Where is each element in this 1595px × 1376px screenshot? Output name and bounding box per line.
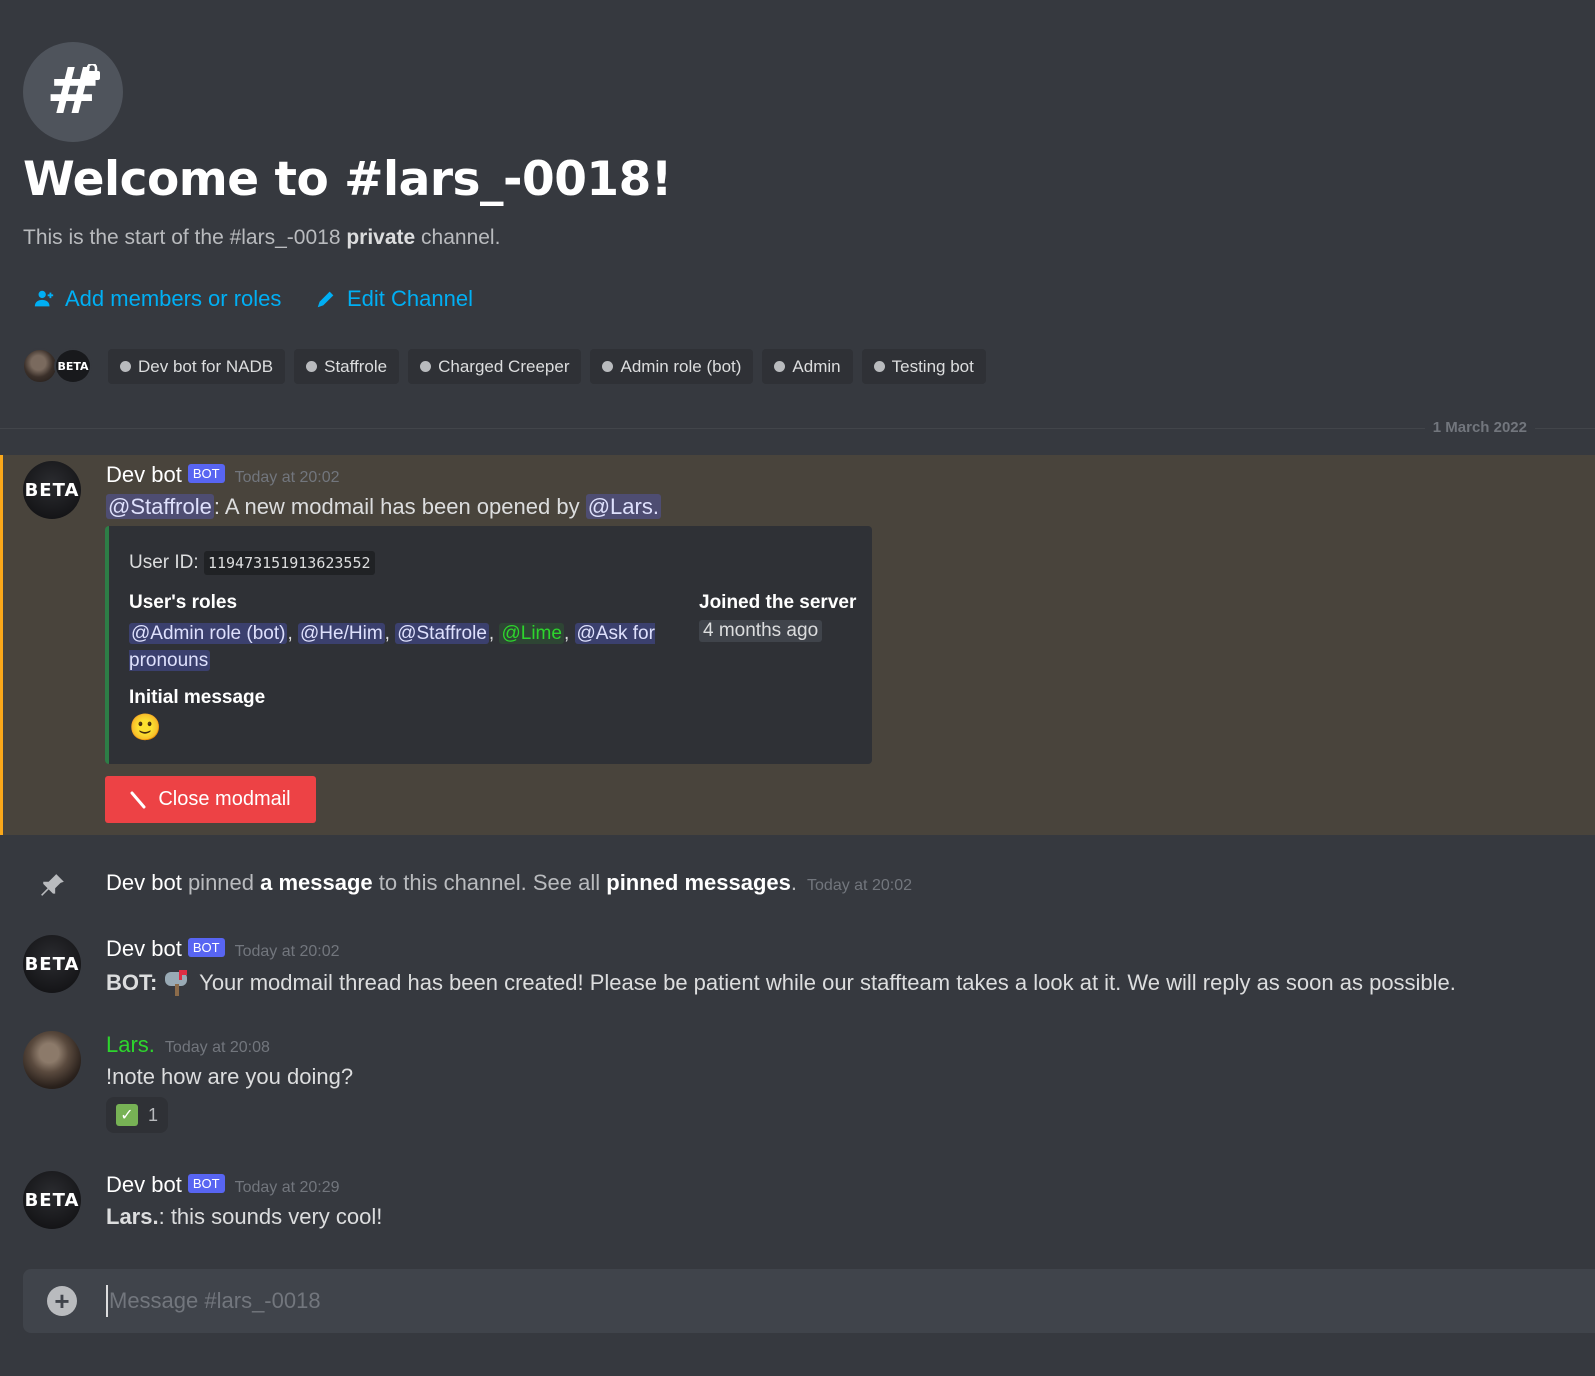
author-name[interactable]: Dev bot <box>106 936 182 961</box>
message-content: Lars.: this sounds very cool! <box>106 1204 383 1229</box>
timestamp: Today at 20:02 <box>807 877 912 894</box>
check-mark-icon: ✓ <box>116 1104 138 1126</box>
avatar[interactable]: BETA <box>23 935 81 993</box>
timestamp: Today at 20:02 <box>234 469 340 486</box>
message-header: Lars. Today at 20:08 <box>106 1032 270 1058</box>
role-mention[interactable]: @He/Him <box>298 623 385 644</box>
roles-label: User's roles <box>129 592 238 613</box>
user-id-row: User ID: 119473151913623552 <box>129 551 375 575</box>
close-modmail-button[interactable]: Close modmail <box>105 776 316 823</box>
person-add-icon <box>34 290 54 307</box>
message-header: Dev bot BOT Today at 20:02 <box>106 462 340 488</box>
role-chip[interactable]: Dev bot for NADB <box>108 349 286 384</box>
text-caret <box>106 1285 108 1317</box>
date-divider-label: 1 March 2022 <box>1424 419 1535 436</box>
message-content: !note how are you doing? <box>106 1064 354 1089</box>
mailbox-icon <box>165 970 188 996</box>
initial-message-label: Initial message <box>129 687 266 708</box>
message-content: BOT: Your modmail thread has been create… <box>106 970 1456 996</box>
author-name[interactable]: Dev bot <box>106 1172 182 1197</box>
role-mention[interactable]: @Lime <box>499 623 564 644</box>
role-chip[interactable]: Testing bot <box>861 349 986 384</box>
role-chip[interactable]: Admin <box>762 349 853 384</box>
author-name[interactable]: Lars. <box>106 1032 155 1057</box>
bot-tag: BOT <box>187 464 225 483</box>
author-name[interactable]: Dev bot <box>106 870 182 895</box>
modmail-embed: User ID: 119473151913623552 User's roles… <box>105 526 872 764</box>
role-mention[interactable]: @Admin role (bot) <box>129 623 288 644</box>
timestamp: Today at 20:08 <box>164 1039 270 1056</box>
user-mention[interactable]: @Lars. <box>585 494 661 519</box>
add-members-label: Add members or roles <box>65 286 282 311</box>
pinned-messages-link[interactable]: pinned messages <box>606 870 791 895</box>
welcome-title: Welcome to #lars_-0018! <box>23 152 672 207</box>
pin-icon <box>41 874 64 896</box>
system-message: Dev bot pinned a message to this channel… <box>106 870 912 895</box>
message-header: Dev bot BOT Today at 20:02 <box>106 936 340 962</box>
role-mention[interactable]: @Staffrole <box>106 494 214 519</box>
roles-list: @Admin role (bot), @He/Him, @Staffrole, … <box>129 623 655 671</box>
role-mention[interactable]: @Staffrole <box>395 623 489 644</box>
author-name[interactable]: Dev bot <box>106 462 182 487</box>
smile-emoji: 🙂 <box>129 712 162 742</box>
joined-value: 4 months ago <box>699 620 823 642</box>
lock-icon <box>84 64 100 80</box>
message-composer: + <box>23 1269 1595 1333</box>
reaction-count: 1 <box>148 1104 159 1125</box>
role-dot <box>306 361 318 372</box>
role-chip[interactable]: Charged Creeper <box>408 349 582 384</box>
edit-channel-button[interactable]: Edit Channel <box>315 286 473 312</box>
message-header: Dev bot BOT Today at 20:29 <box>106 1172 340 1198</box>
add-members-button[interactable]: Add members or roles <box>33 286 281 312</box>
role-dot <box>120 361 131 372</box>
message-content: @Staffrole: A new modmail has been opene… <box>106 494 661 519</box>
role-chips: Dev bot for NADB Staffrole Charged Creep… <box>108 349 986 384</box>
avatar[interactable] <box>23 1031 81 1089</box>
bot-tag: BOT <box>187 938 225 957</box>
role-dot <box>873 361 885 372</box>
close-modmail-label: Close modmail <box>158 788 291 810</box>
avatar <box>22 348 58 384</box>
role-dot <box>774 361 786 372</box>
joined-label: Joined the server <box>699 592 857 613</box>
member-avatars[interactable]: BETA <box>22 348 92 384</box>
timestamp: Today at 20:29 <box>234 1179 340 1196</box>
reaction[interactable]: ✓ 1 <box>106 1097 169 1133</box>
avatar[interactable]: BETA <box>23 461 81 519</box>
avatar[interactable]: BETA <box>23 1171 81 1229</box>
avatar-beta: BETA <box>54 348 92 384</box>
timestamp: Today at 20:02 <box>234 943 340 960</box>
pinned-message-link[interactable]: a message <box>260 870 373 895</box>
bot-tag: BOT <box>187 1174 225 1193</box>
date-divider-line <box>0 428 1595 429</box>
role-dot <box>420 361 432 372</box>
plus-icon[interactable]: + <box>47 1286 77 1316</box>
user-id-code: 119473151913623552 <box>203 551 375 575</box>
role-chip[interactable]: Admin role (bot) <box>590 349 754 384</box>
role-chip[interactable]: Staffrole <box>294 349 400 384</box>
channel-icon: # <box>23 42 123 142</box>
edit-channel-label: Edit Channel <box>347 286 473 311</box>
role-dot <box>602 361 614 372</box>
message-input[interactable] <box>109 1281 1509 1321</box>
pencil-icon <box>317 291 334 308</box>
welcome-subtitle: This is the start of the #lars_-0018 pri… <box>23 226 501 249</box>
lock-icon <box>130 791 146 808</box>
